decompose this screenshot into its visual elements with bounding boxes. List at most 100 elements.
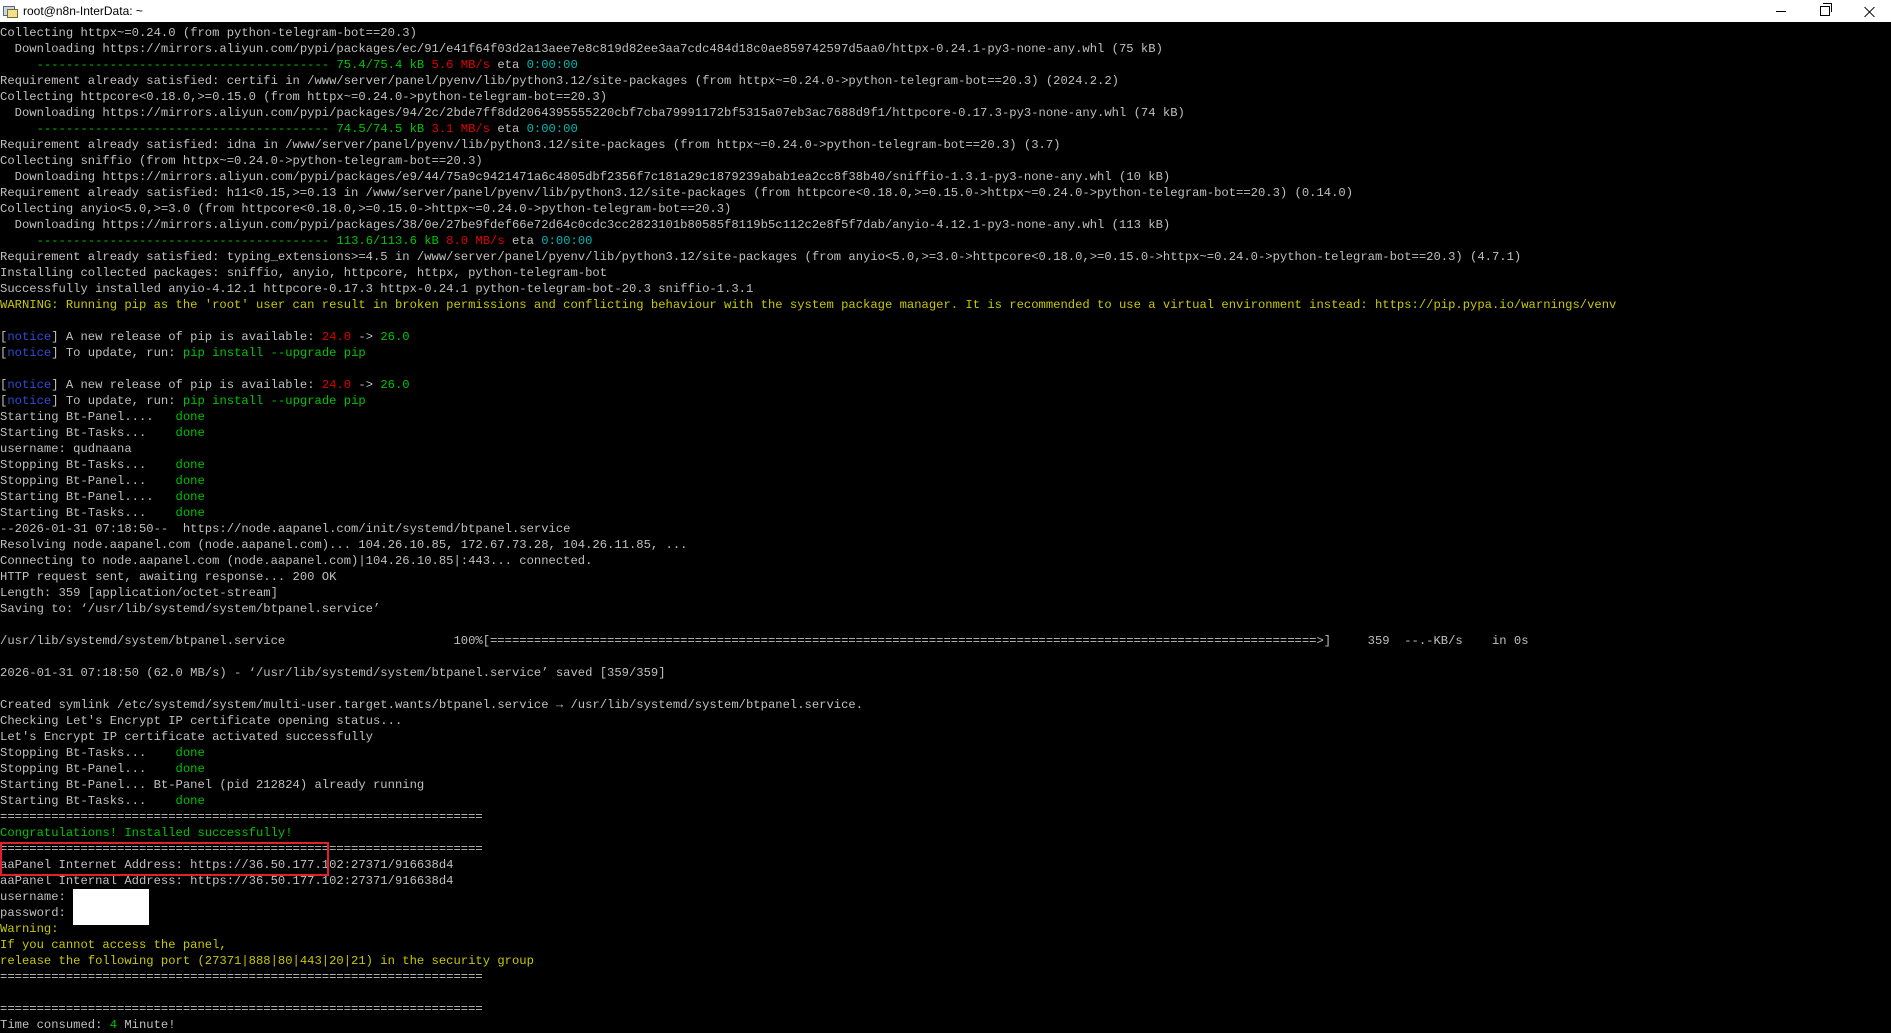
terminal-text: 2026-01-31 07:18:50 (62.0 MB/s) - ‘/usr/…	[0, 666, 666, 680]
terminal-text: pip install --upgrade pip	[182, 346, 366, 360]
terminal-line: Stopping Bt-Panel... done	[0, 473, 1891, 489]
terminal-text: /usr/lib/systemd/system/btpanel.service …	[0, 634, 1529, 648]
terminal-text: notice	[7, 346, 52, 360]
terminal-line: Downloading https://mirrors.aliyun.com/p…	[0, 169, 1891, 185]
terminal-line: Congratulations! Installed successfully!	[0, 825, 1891, 841]
terminal-line: Starting Bt-Tasks... done	[0, 793, 1891, 809]
terminal-line: WARNING: Running pip as the 'root' user …	[0, 297, 1891, 313]
terminal-text: ] A new release of pip is available:	[51, 378, 322, 392]
terminal-line: Length: 359 [application/octet-stream]	[0, 585, 1891, 601]
terminal-text: ] To update, run:	[51, 394, 183, 408]
terminal-text: Collecting httpcore<0.18.0,>=0.15.0 (fro…	[0, 90, 608, 104]
terminal-text: Stopping Bt-Tasks...	[0, 458, 176, 472]
terminal-line: ----------------------------------------…	[0, 57, 1891, 73]
terminal-line: username:	[0, 889, 1891, 925]
terminal-line: Starting Bt-Panel.... done	[0, 409, 1891, 425]
terminal-text: notice	[7, 330, 52, 344]
terminal-text: Collecting anyio<5.0,>=3.0 (from httpcor…	[0, 202, 732, 216]
terminal-line: Collecting httpx~=0.24.0 (from python-te…	[0, 25, 1891, 41]
terminal-line: Collecting sniffio (from httpx~=0.24.0->…	[0, 153, 1891, 169]
terminal-text: Starting Bt-Tasks...	[0, 794, 176, 808]
terminal-output: Collecting httpx~=0.24.0 (from python-te…	[0, 25, 1891, 1033]
terminal-text: done	[175, 506, 205, 520]
terminal-text: Let's Encrypt IP certificate activated s…	[0, 730, 373, 744]
terminal-line: Requirement already satisfied: h11<0.15,…	[0, 185, 1891, 201]
terminal-text: Resolving node.aapanel.com (node.aapanel…	[0, 538, 688, 552]
window-controls	[1759, 0, 1891, 22]
terminal-text: ========================================…	[0, 1002, 483, 1016]
terminal-line: [notice] A new release of pip is availab…	[0, 329, 1891, 345]
terminal-text: ] To update, run:	[51, 346, 183, 360]
terminal-text: 3.1 MB/s	[424, 122, 491, 136]
terminal-text: Starting Bt-Panel... Bt-Panel (pid 21282…	[0, 778, 425, 792]
terminal-text: Downloading https://mirrors.aliyun.com/p…	[0, 106, 1185, 120]
terminal-line: Time consumed: 4 Minute!	[0, 1017, 1891, 1033]
restore-icon	[1820, 3, 1832, 16]
putty-icon[interactable]	[3, 4, 18, 18]
terminal-text: Requirement already satisfied: h11<0.15,…	[0, 186, 1354, 200]
terminal-line: Starting Bt-Tasks... done	[0, 425, 1891, 441]
terminal-line: Starting Bt-Tasks... done	[0, 505, 1891, 521]
terminal-text: Downloading https://mirrors.aliyun.com/p…	[0, 170, 1171, 184]
terminal-text: done	[175, 474, 205, 488]
terminal-line: ----------------------------------------…	[0, 233, 1891, 249]
terminal-text: HTTP request sent, awaiting response... …	[0, 570, 337, 584]
window-titlebar: root@n8n-InterData: ~	[0, 0, 1891, 23]
terminal-line: 2026-01-31 07:18:50 (62.0 MB/s) - ‘/usr/…	[0, 665, 1891, 681]
terminal-line: [notice] A new release of pip is availab…	[0, 377, 1891, 393]
terminal-text: Connecting to node.aapanel.com (node.aap…	[0, 554, 593, 568]
terminal-text: done	[175, 458, 205, 472]
terminal-text: 8.0 MB/s	[438, 234, 505, 248]
restore-button[interactable]	[1803, 0, 1847, 22]
terminal-text: WARNING: Running pip as the 'root' user …	[0, 298, 1617, 312]
terminal-line: Stopping Bt-Tasks... done	[0, 457, 1891, 473]
terminal-text: ========================================…	[0, 810, 483, 824]
terminal-text: eta	[490, 122, 527, 136]
terminal-text: done	[175, 762, 205, 776]
terminal-text: 0:00:00	[541, 234, 593, 248]
terminal-text: 4	[109, 1018, 118, 1032]
terminal-line: Requirement already satisfied: typing_ex…	[0, 249, 1891, 265]
terminal-line: ========================================…	[0, 809, 1891, 825]
terminal-text: username: qudnaana	[0, 442, 132, 456]
terminal-text: username:	[0, 890, 74, 904]
terminal-text: Congratulations! Installed successfully!	[0, 826, 293, 840]
terminal-line: Let's Encrypt IP certificate activated s…	[0, 729, 1891, 745]
terminal-text: If you cannot access the panel,	[0, 938, 227, 952]
terminal-line: Collecting httpcore<0.18.0,>=0.15.0 (fro…	[0, 89, 1891, 105]
terminal-line: Created symlink /etc/systemd/system/mult…	[0, 697, 1891, 713]
terminal-text: Starting Bt-Tasks...	[0, 506, 176, 520]
terminal-text: 0:00:00	[526, 122, 578, 136]
terminal-text: Starting Bt-Panel....	[0, 490, 176, 504]
terminal-text: ----------------------------------------	[0, 122, 337, 136]
terminal-text: Minute!	[117, 1018, 176, 1032]
terminal-line: /usr/lib/systemd/system/btpanel.service …	[0, 633, 1891, 649]
terminal-text: eta	[504, 234, 542, 248]
terminal-line: If you cannot access the panel,	[0, 937, 1891, 953]
terminal-text: done	[175, 490, 205, 504]
terminal-text: Warning:	[0, 922, 59, 936]
terminal-text: 75.4/75.4 kB	[336, 58, 425, 72]
terminal-text: Downloading https://mirrors.aliyun.com/p…	[0, 218, 1171, 232]
terminal-line: Requirement already satisfied: certifi i…	[0, 73, 1891, 89]
terminal-text: --2026-01-31 07:18:50-- https://node.aap…	[0, 522, 571, 536]
terminal-text: ========================================…	[0, 970, 483, 984]
terminal-window[interactable]: Collecting httpx~=0.24.0 (from python-te…	[0, 22, 1891, 1033]
terminal-text: done	[175, 746, 205, 760]
terminal-text: eta	[490, 58, 527, 72]
terminal-text: ----------------------------------------	[0, 58, 337, 72]
terminal-text: Collecting httpx~=0.24.0 (from python-te…	[0, 26, 417, 40]
minimize-button[interactable]	[1759, 0, 1803, 22]
terminal-text: release the following port (27371|888|80…	[0, 954, 534, 968]
terminal-text: Requirement already satisfied: certifi i…	[0, 74, 1119, 88]
terminal-line: --2026-01-31 07:18:50-- https://node.aap…	[0, 521, 1891, 537]
terminal-text: 74.5/74.5 kB	[336, 122, 425, 136]
terminal-text: 113.6/113.6 kB	[336, 234, 439, 248]
terminal-text: Requirement already satisfied: typing_ex…	[0, 250, 1522, 264]
terminal-line: Requirement already satisfied: idna in /…	[0, 137, 1891, 153]
close-button[interactable]	[1847, 0, 1891, 22]
minimize-icon	[1776, 10, 1786, 12]
